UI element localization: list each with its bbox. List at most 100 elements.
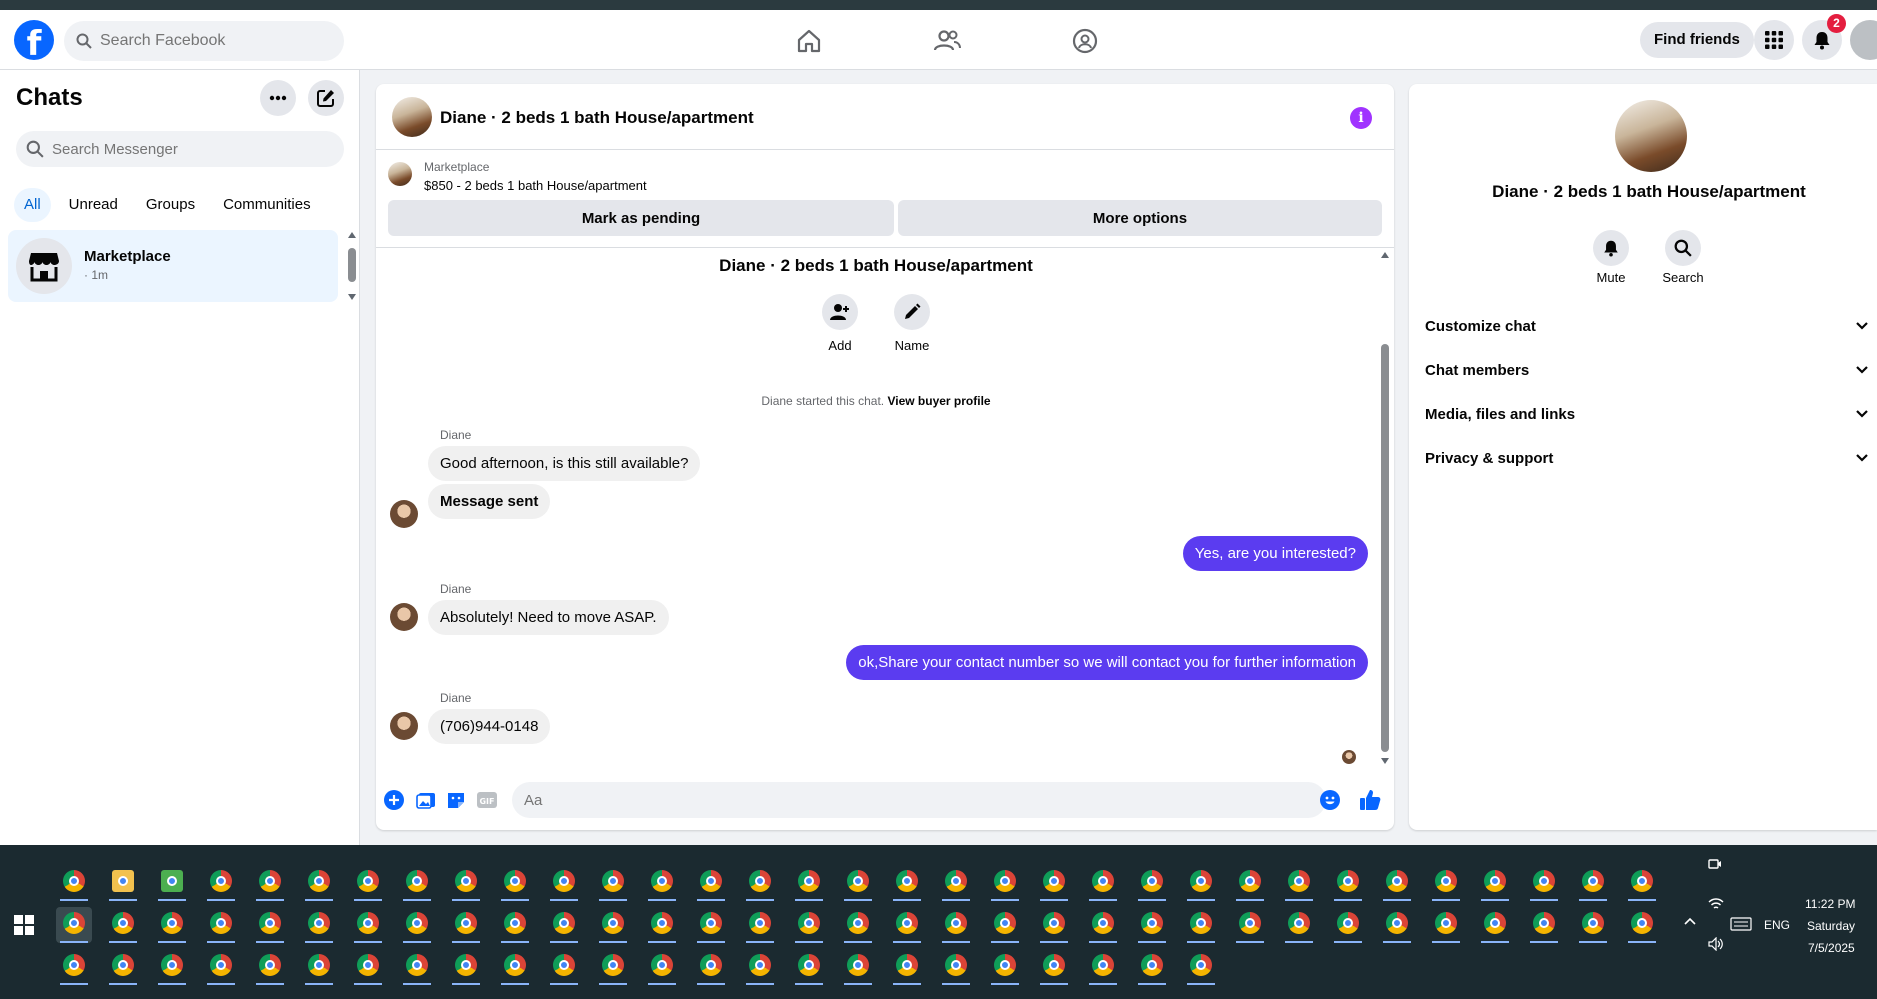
taskbar-browser-window-icon[interactable] — [56, 949, 92, 985]
thumbs-up-icon[interactable] — [1358, 788, 1382, 812]
taskbar-browser-window-icon[interactable] — [1085, 907, 1121, 943]
clock-day[interactable]: Saturday — [1807, 919, 1855, 933]
taskbar-browser-window-icon[interactable] — [644, 949, 680, 985]
incoming-message[interactable]: Message sent — [428, 484, 551, 519]
language-indicator[interactable]: ENG — [1764, 918, 1790, 932]
taskbar-browser-window-icon[interactable] — [1183, 865, 1219, 901]
taskbar-browser-window-icon[interactable] — [1085, 865, 1121, 901]
taskbar-browser-window-icon[interactable] — [1624, 907, 1660, 943]
taskbar-browser-window-icon[interactable] — [1232, 865, 1268, 901]
more-options-button[interactable]: More options — [898, 200, 1382, 236]
taskbar-browser-window-icon[interactable] — [399, 907, 435, 943]
taskbar-browser-window-icon[interactable] — [1134, 949, 1170, 985]
taskbar-browser-window-icon[interactable] — [1379, 865, 1415, 901]
taskbar-browser-window-icon[interactable] — [203, 865, 239, 901]
taskbar-browser-window-icon[interactable] — [1624, 865, 1660, 901]
taskbar-browser-window-icon[interactable] — [350, 907, 386, 943]
friends-icon[interactable] — [918, 20, 976, 62]
taskbar-browser-window-icon[interactable] — [497, 949, 533, 985]
photo-icon[interactable] — [416, 790, 436, 810]
taskbar-browser-window-icon[interactable] — [1428, 865, 1464, 901]
taskbar-browser-window-icon[interactable] — [1036, 865, 1072, 901]
taskbar-browser-window-icon[interactable] — [1330, 865, 1366, 901]
taskbar-browser-window-icon[interactable] — [497, 865, 533, 901]
diane-avatar[interactable] — [390, 603, 418, 631]
message-input[interactable] — [512, 782, 1326, 818]
filter-unread[interactable]: Unread — [59, 188, 128, 222]
taskbar-browser-window-icon[interactable] — [1428, 907, 1464, 943]
taskbar-browser-window-icon[interactable] — [350, 949, 386, 985]
mark-as-pending-button[interactable]: Mark as pending — [388, 200, 894, 236]
taskbar-browser-window-icon[interactable] — [546, 949, 582, 985]
new-message-button[interactable] — [308, 80, 344, 116]
taskbar-browser-window-icon[interactable] — [56, 907, 92, 943]
listing-photo-avatar[interactable] — [392, 97, 432, 137]
diane-avatar[interactable] — [390, 500, 418, 528]
customize-chat-section[interactable]: Customize chat — [1425, 306, 1869, 346]
taskbar-browser-window-icon[interactable] — [1134, 907, 1170, 943]
taskbar-browser-window-icon[interactable] — [987, 907, 1023, 943]
taskbar-browser-window-icon[interactable] — [742, 907, 778, 943]
taskbar-browser-window-icon[interactable] — [987, 949, 1023, 985]
taskbar-browser-window-icon[interactable] — [252, 949, 288, 985]
chat-members-section[interactable]: Chat members — [1425, 350, 1869, 390]
taskbar-browser-window-icon[interactable] — [1036, 907, 1072, 943]
thread-scrollbar[interactable] — [1378, 248, 1392, 770]
groups-icon[interactable] — [1056, 20, 1114, 62]
taskbar-browser-window-icon[interactable] — [154, 865, 190, 901]
taskbar-browser-window-icon[interactable] — [1036, 949, 1072, 985]
taskbar-browser-window-icon[interactable] — [546, 907, 582, 943]
facebook-logo-icon[interactable]: f — [14, 20, 54, 60]
media-files-links-section[interactable]: Media, files and links — [1425, 394, 1869, 434]
filter-communities[interactable]: Communities — [213, 188, 321, 222]
taskbar-browser-window-icon[interactable] — [1575, 865, 1611, 901]
taskbar-browser-window-icon[interactable] — [1134, 865, 1170, 901]
taskbar-browser-window-icon[interactable] — [1085, 949, 1121, 985]
taskbar-browser-window-icon[interactable] — [1526, 865, 1562, 901]
scrollbar-thumb[interactable] — [348, 248, 356, 282]
clock-date[interactable]: 7/5/2025 — [1808, 941, 1855, 955]
taskbar-browser-window-icon[interactable] — [56, 865, 92, 901]
taskbar-browser-window-icon[interactable] — [448, 865, 484, 901]
taskbar-browser-window-icon[interactable] — [203, 907, 239, 943]
taskbar-browser-window-icon[interactable] — [595, 865, 631, 901]
taskbar-browser-window-icon[interactable] — [105, 865, 141, 901]
speaker-icon[interactable] — [1708, 937, 1724, 951]
mute-button[interactable] — [1593, 230, 1629, 266]
taskbar-browser-window-icon[interactable] — [1575, 907, 1611, 943]
taskbar-browser-window-icon[interactable] — [889, 907, 925, 943]
taskbar-browser-window-icon[interactable] — [1183, 949, 1219, 985]
emoji-icon[interactable] — [1320, 790, 1340, 810]
taskbar-browser-window-icon[interactable] — [1379, 907, 1415, 943]
taskbar-browser-window-icon[interactable] — [938, 865, 974, 901]
home-icon[interactable] — [780, 20, 838, 62]
taskbar-browser-window-icon[interactable] — [693, 865, 729, 901]
taskbar-browser-window-icon[interactable] — [1183, 907, 1219, 943]
taskbar-browser-window-icon[interactable] — [693, 907, 729, 943]
filter-all[interactable]: All — [14, 188, 51, 222]
wifi-icon[interactable] — [1708, 897, 1724, 911]
taskbar-browser-window-icon[interactable] — [644, 907, 680, 943]
facebook-search-box[interactable] — [64, 21, 344, 61]
taskbar-browser-window-icon[interactable] — [889, 949, 925, 985]
taskbar-browser-window-icon[interactable] — [1281, 907, 1317, 943]
taskbar-browser-window-icon[interactable] — [448, 949, 484, 985]
keyboard-icon[interactable] — [1730, 917, 1752, 931]
listing-thumbnail[interactable] — [388, 162, 412, 186]
conversation-title[interactable]: Diane · 2 beds 1 bath House/apartment — [440, 108, 754, 128]
taskbar-browser-window-icon[interactable] — [791, 907, 827, 943]
taskbar-browser-window-icon[interactable] — [987, 865, 1023, 901]
taskbar-browser-window-icon[interactable] — [154, 949, 190, 985]
clock-time[interactable]: 11:22 PM — [1805, 897, 1855, 911]
taskbar-browser-window-icon[interactable] — [644, 865, 680, 901]
menu-grid-button[interactable] — [1754, 20, 1794, 60]
taskbar-browser-window-icon[interactable] — [301, 949, 337, 985]
scrollbar-thumb[interactable] — [1381, 344, 1389, 752]
taskbar-browser-window-icon[interactable] — [154, 907, 190, 943]
taskbar-browser-window-icon[interactable] — [840, 949, 876, 985]
plus-circle-icon[interactable] — [384, 790, 404, 810]
taskbar-browser-window-icon[interactable] — [448, 907, 484, 943]
taskbar-browser-window-icon[interactable] — [399, 865, 435, 901]
taskbar-browser-window-icon[interactable] — [1526, 907, 1562, 943]
name-chat-button[interactable] — [894, 294, 930, 330]
